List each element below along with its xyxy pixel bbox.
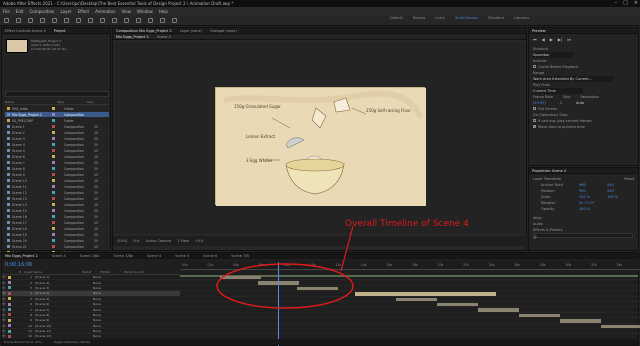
- after-effects-window: Adobe After Effects 2021 - C:\Users\pc\D…: [0, 0, 640, 346]
- annotation-ellipse: [216, 263, 354, 309]
- annotation-label: Overall Timeline of Scene 4: [345, 219, 469, 229]
- annotation-arrow: [340, 225, 354, 272]
- annotation-overlay: [216, 225, 354, 309]
